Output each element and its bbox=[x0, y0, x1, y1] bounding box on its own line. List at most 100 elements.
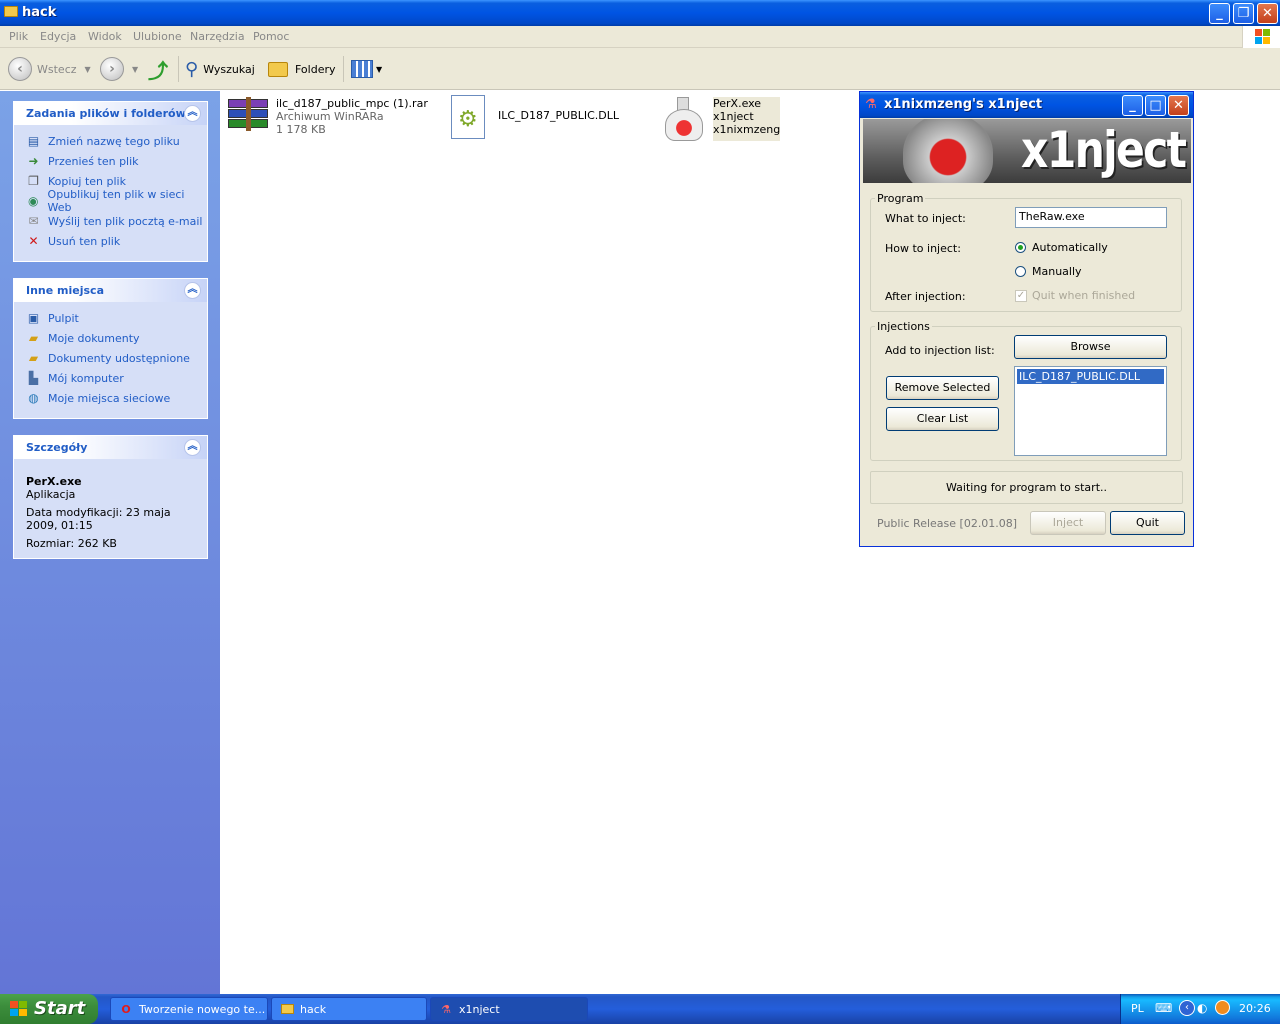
back-button[interactable]: ‹ Wstecz ▼ bbox=[8, 56, 91, 82]
collapse-chevron-icon[interactable]: ︽ bbox=[184, 105, 201, 122]
place-documents[interactable]: ▰ Moje dokumenty bbox=[26, 328, 207, 348]
dll-file-icon: ⚙ bbox=[448, 93, 492, 139]
clear-list-button[interactable]: Clear List bbox=[886, 407, 999, 431]
file-name: ILC_D187_PUBLIC.DLL bbox=[498, 108, 620, 122]
task-label: Zmień nazwę tego pliku bbox=[48, 134, 180, 148]
language-indicator[interactable]: PL bbox=[1131, 1002, 1144, 1015]
file-item-perx[interactable]: PerX.exe x1nject x1nixmzeng bbox=[663, 97, 781, 141]
menu-bar: Plik Edycja Widok Ulubione Narzędzia Pom… bbox=[0, 26, 1280, 48]
file-description: x1nject bbox=[713, 110, 754, 123]
menu-widok[interactable]: Widok bbox=[88, 30, 122, 43]
minimize-button[interactable]: _ bbox=[1209, 3, 1230, 24]
task-label: Wyślij ten plik pocztą e-mail bbox=[48, 214, 203, 228]
flask-icon: ⚗ bbox=[865, 97, 877, 112]
x1nject-banner: x1nject bbox=[863, 119, 1191, 183]
views-button[interactable]: ▼ bbox=[351, 56, 382, 82]
menu-ulubione[interactable]: Ulubione bbox=[133, 30, 182, 43]
toolbar: ‹ Wstecz ▼ › ▼ ⤴ ⚲ Wyszukaj Foldery ▼ bbox=[0, 48, 1280, 90]
system-tray: PL ⌨ ‹ ◐ 20:26 bbox=[1120, 994, 1280, 1024]
update-icon[interactable] bbox=[1215, 1000, 1230, 1015]
views-icon bbox=[351, 60, 373, 78]
search-button[interactable]: ⚲ Wyszukaj bbox=[185, 56, 255, 82]
file-tasks-header[interactable]: Zadania plików i folderów ︽ bbox=[14, 102, 207, 125]
browse-button[interactable]: Browse bbox=[1014, 335, 1167, 359]
taskbar: Start O Tworzenie nowego te... hack ⚗ x1… bbox=[0, 994, 1280, 1024]
clock[interactable]: 20:26 bbox=[1239, 1002, 1271, 1015]
close-button[interactable]: ✕ bbox=[1257, 3, 1278, 24]
detail-file-name: PerX.exe bbox=[26, 475, 82, 488]
place-network[interactable]: ◍ Moje miejsca sieciowe bbox=[26, 388, 207, 408]
flask-logo-icon bbox=[903, 119, 993, 183]
dialog-minimize-button[interactable]: _ bbox=[1122, 95, 1143, 116]
file-company: x1nixmzeng bbox=[713, 123, 781, 136]
folders-button[interactable]: Foldery bbox=[268, 56, 336, 82]
file-item-dll[interactable]: ⚙ ILC_D187_PUBLIC.DLL bbox=[448, 93, 620, 139]
taskbar-item-opera[interactable]: O Tworzenie nowego te... bbox=[110, 997, 268, 1021]
program-group-label: Program bbox=[877, 192, 924, 205]
quit-button[interactable]: Quit bbox=[1110, 511, 1185, 535]
file-type: Archiwum WinRARa bbox=[276, 110, 384, 123]
menu-edycja[interactable]: Edycja bbox=[40, 30, 76, 43]
collapse-chevron-icon[interactable]: ︽ bbox=[184, 439, 201, 456]
folder-icon bbox=[280, 1002, 294, 1016]
menu-plik[interactable]: Plik bbox=[9, 30, 28, 43]
menu-pomoc[interactable]: Pomoc bbox=[253, 30, 289, 43]
dialog-close-button[interactable]: ✕ bbox=[1168, 95, 1189, 116]
file-tasks-panel: Zadania plików i folderów ︽ ▤ Zmień nazwę… bbox=[13, 101, 208, 262]
restore-button[interactable]: ❐ bbox=[1233, 3, 1254, 24]
task-move[interactable]: ➜ Przenieś ten plik bbox=[26, 151, 207, 171]
file-size: 1 178 KB bbox=[276, 123, 326, 136]
taskbar-item-hack[interactable]: hack bbox=[271, 997, 427, 1021]
manually-label[interactable]: Manually bbox=[1032, 265, 1082, 278]
forward-button[interactable]: › ▼ bbox=[100, 56, 138, 82]
automatically-radio[interactable] bbox=[1015, 242, 1026, 253]
explorer-title-bar[interactable]: hack _ ❐ ✕ bbox=[0, 0, 1280, 26]
taskbar-item-label: hack bbox=[300, 1002, 327, 1016]
injection-list-item[interactable]: ILC_D187_PUBLIC.DLL bbox=[1017, 369, 1164, 384]
task-email[interactable]: ✉ Wyślij ten plik pocztą e-mail bbox=[26, 211, 207, 231]
task-publish-web[interactable]: ◉ Opublikuj ten plik w sieci Web bbox=[26, 188, 207, 214]
copy-icon: ❐ bbox=[28, 174, 39, 188]
delete-icon: ✕ bbox=[28, 234, 39, 248]
dropdown-arrow-icon: ▼ bbox=[132, 64, 139, 74]
detail-file-size: Rozmiar: 262 KB bbox=[26, 537, 117, 550]
place-desktop[interactable]: ▣ Pulpit bbox=[26, 308, 207, 328]
task-delete[interactable]: ✕ Usuń ten plik bbox=[26, 231, 207, 251]
place-label: Mój komputer bbox=[48, 371, 124, 385]
details-header[interactable]: Szczegóły ︽ bbox=[14, 436, 207, 459]
up-folder-button[interactable]: ⤴ bbox=[148, 56, 168, 83]
keyboard-icon[interactable]: ⌨ bbox=[1155, 1001, 1172, 1015]
taskbar-item-x1nject[interactable]: ⚗ x1nject bbox=[430, 997, 588, 1021]
network-status-icon[interactable]: ◐ bbox=[1197, 1001, 1207, 1015]
dropdown-arrow-icon: ▼ bbox=[84, 64, 91, 74]
what-to-inject-input[interactable]: TheRaw.exe bbox=[1015, 207, 1167, 228]
start-label: Start bbox=[34, 998, 86, 1019]
search-icon: ⚲ bbox=[185, 58, 199, 80]
place-shared-documents[interactable]: ▰ Dokumenty udostępnione bbox=[26, 348, 207, 368]
file-item-rar[interactable]: ilc_d187_public_mpc (1).rar Archiwum Win… bbox=[226, 97, 428, 141]
place-my-computer[interactable]: ▙ Mój komputer bbox=[26, 368, 207, 388]
other-places-title: Inne miejsca bbox=[26, 284, 104, 297]
details-title: Szczegóły bbox=[26, 441, 88, 454]
folders-icon bbox=[268, 61, 288, 77]
tray-arrow-icon[interactable]: ‹ bbox=[1179, 1000, 1195, 1016]
task-label: Opublikuj ten plik w sieci Web bbox=[47, 188, 185, 214]
windows-logo-icon bbox=[1242, 26, 1280, 48]
status-box: Waiting for program to start.. bbox=[870, 471, 1183, 504]
manually-radio[interactable] bbox=[1015, 266, 1026, 277]
file-name: ilc_d187_public_mpc (1).rar bbox=[276, 97, 428, 110]
start-button[interactable]: Start bbox=[0, 994, 98, 1024]
collapse-chevron-icon[interactable]: ︽ bbox=[184, 282, 201, 299]
menu-narzedzia[interactable]: Narzędzia bbox=[190, 30, 245, 43]
window-title: hack bbox=[22, 5, 57, 20]
web-publish-icon: ◉ bbox=[28, 194, 39, 208]
dialog-maximize-button[interactable]: □ bbox=[1145, 95, 1166, 116]
quit-when-finished-checkbox[interactable]: ✓ bbox=[1015, 290, 1027, 302]
dialog-title-bar[interactable]: ⚗ x1nixmzeng's x1nject _ □ ✕ bbox=[860, 92, 1193, 118]
automatically-label[interactable]: Automatically bbox=[1032, 241, 1108, 254]
inject-button[interactable]: Inject bbox=[1030, 511, 1106, 535]
remove-selected-button[interactable]: Remove Selected bbox=[886, 376, 999, 400]
other-places-header[interactable]: Inne miejsca ︽ bbox=[14, 279, 207, 302]
task-rename[interactable]: ▤ Zmień nazwę tego pliku bbox=[26, 131, 207, 151]
injection-list[interactable]: ILC_D187_PUBLIC.DLL bbox=[1014, 366, 1167, 456]
